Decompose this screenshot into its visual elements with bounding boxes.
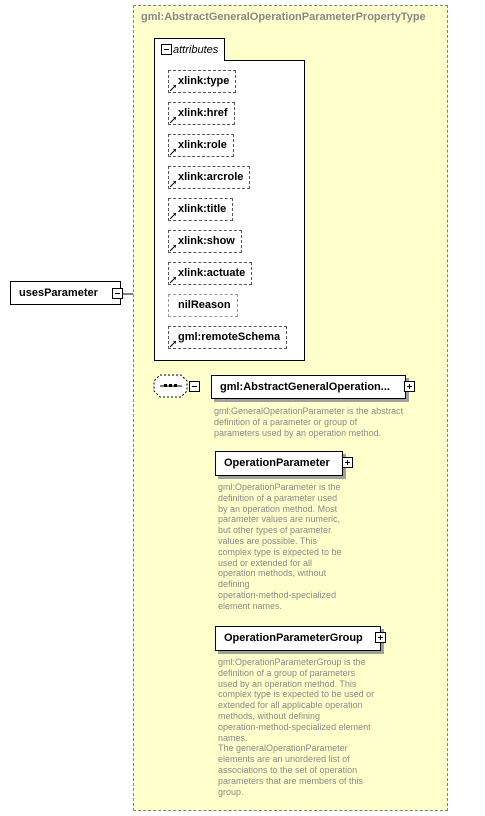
reference-arrow-icon xyxy=(170,85,176,91)
attribute-xlink-arcrole[interactable]: xlink:arcrole xyxy=(168,166,251,189)
attribute-xlink-show[interactable]: xlink:show xyxy=(168,230,242,253)
attribute-label: nilReason xyxy=(178,299,231,311)
attribute-xlink-href[interactable]: xlink:href xyxy=(168,102,235,125)
attributes-title: attributes xyxy=(173,44,219,56)
attribute-gml-remote-schema[interactable]: gml:remoteSchema xyxy=(168,326,288,349)
type-title: gml:AbstractGeneralOperationParameterPro… xyxy=(141,11,426,23)
reference-arrow-icon xyxy=(170,117,176,123)
element-label: gml:AbstractGeneralOperation... xyxy=(220,381,390,393)
attribute-label: xlink:role xyxy=(178,139,227,151)
element-abstract-general-operation-parameter[interactable]: gml:AbstractGeneralOperation... xyxy=(211,375,406,399)
element-label: OperationParameter xyxy=(224,457,330,469)
attribute-label: xlink:href xyxy=(178,107,228,119)
element-documentation: gml:OperationParameterGroup is the defini… xyxy=(218,657,375,797)
sequence-collapse-button[interactable] xyxy=(189,381,200,392)
reference-arrow-icon xyxy=(170,277,176,283)
element-label: OperationParameterGroup xyxy=(224,632,363,644)
reference-arrow-icon xyxy=(170,181,176,187)
element-operation-parameter-group[interactable]: OperationParameterGroup xyxy=(215,626,381,651)
root-element-uses-parameter[interactable]: usesParameter xyxy=(10,281,121,305)
attribute-nil-reason[interactable]: nilReason xyxy=(168,294,238,317)
attribute-label: xlink:show xyxy=(178,235,235,247)
attribute-xlink-title[interactable]: xlink:title xyxy=(168,198,234,221)
attributes-collapse-button[interactable] xyxy=(161,44,172,55)
expand-button[interactable] xyxy=(342,457,353,468)
attribute-xlink-type[interactable]: xlink:type xyxy=(168,70,237,93)
reference-arrow-icon xyxy=(170,149,176,155)
attribute-xlink-actuate[interactable]: xlink:actuate xyxy=(168,262,253,285)
element-documentation: gml:GeneralOperationParameter is the abs… xyxy=(214,406,404,438)
element-operation-parameter[interactable]: OperationParameter xyxy=(215,451,343,476)
expand-button[interactable] xyxy=(375,632,386,643)
attribute-label: xlink:type xyxy=(178,75,230,87)
attribute-label: gml:remoteSchema xyxy=(178,331,281,343)
attribute-xlink-role[interactable]: xlink:role xyxy=(168,134,234,157)
attribute-label: xlink:arcrole xyxy=(178,171,244,183)
root-element-label: usesParameter xyxy=(19,287,98,299)
collapse-button[interactable] xyxy=(112,288,123,299)
attribute-label: xlink:title xyxy=(178,203,227,215)
attribute-label: xlink:actuate xyxy=(178,267,246,279)
element-documentation: gml:OperationParameter is the definition … xyxy=(218,482,342,611)
expand-button[interactable] xyxy=(404,381,415,392)
reference-arrow-icon xyxy=(170,341,176,347)
reference-arrow-icon xyxy=(170,245,176,251)
reference-arrow-icon xyxy=(170,213,176,219)
